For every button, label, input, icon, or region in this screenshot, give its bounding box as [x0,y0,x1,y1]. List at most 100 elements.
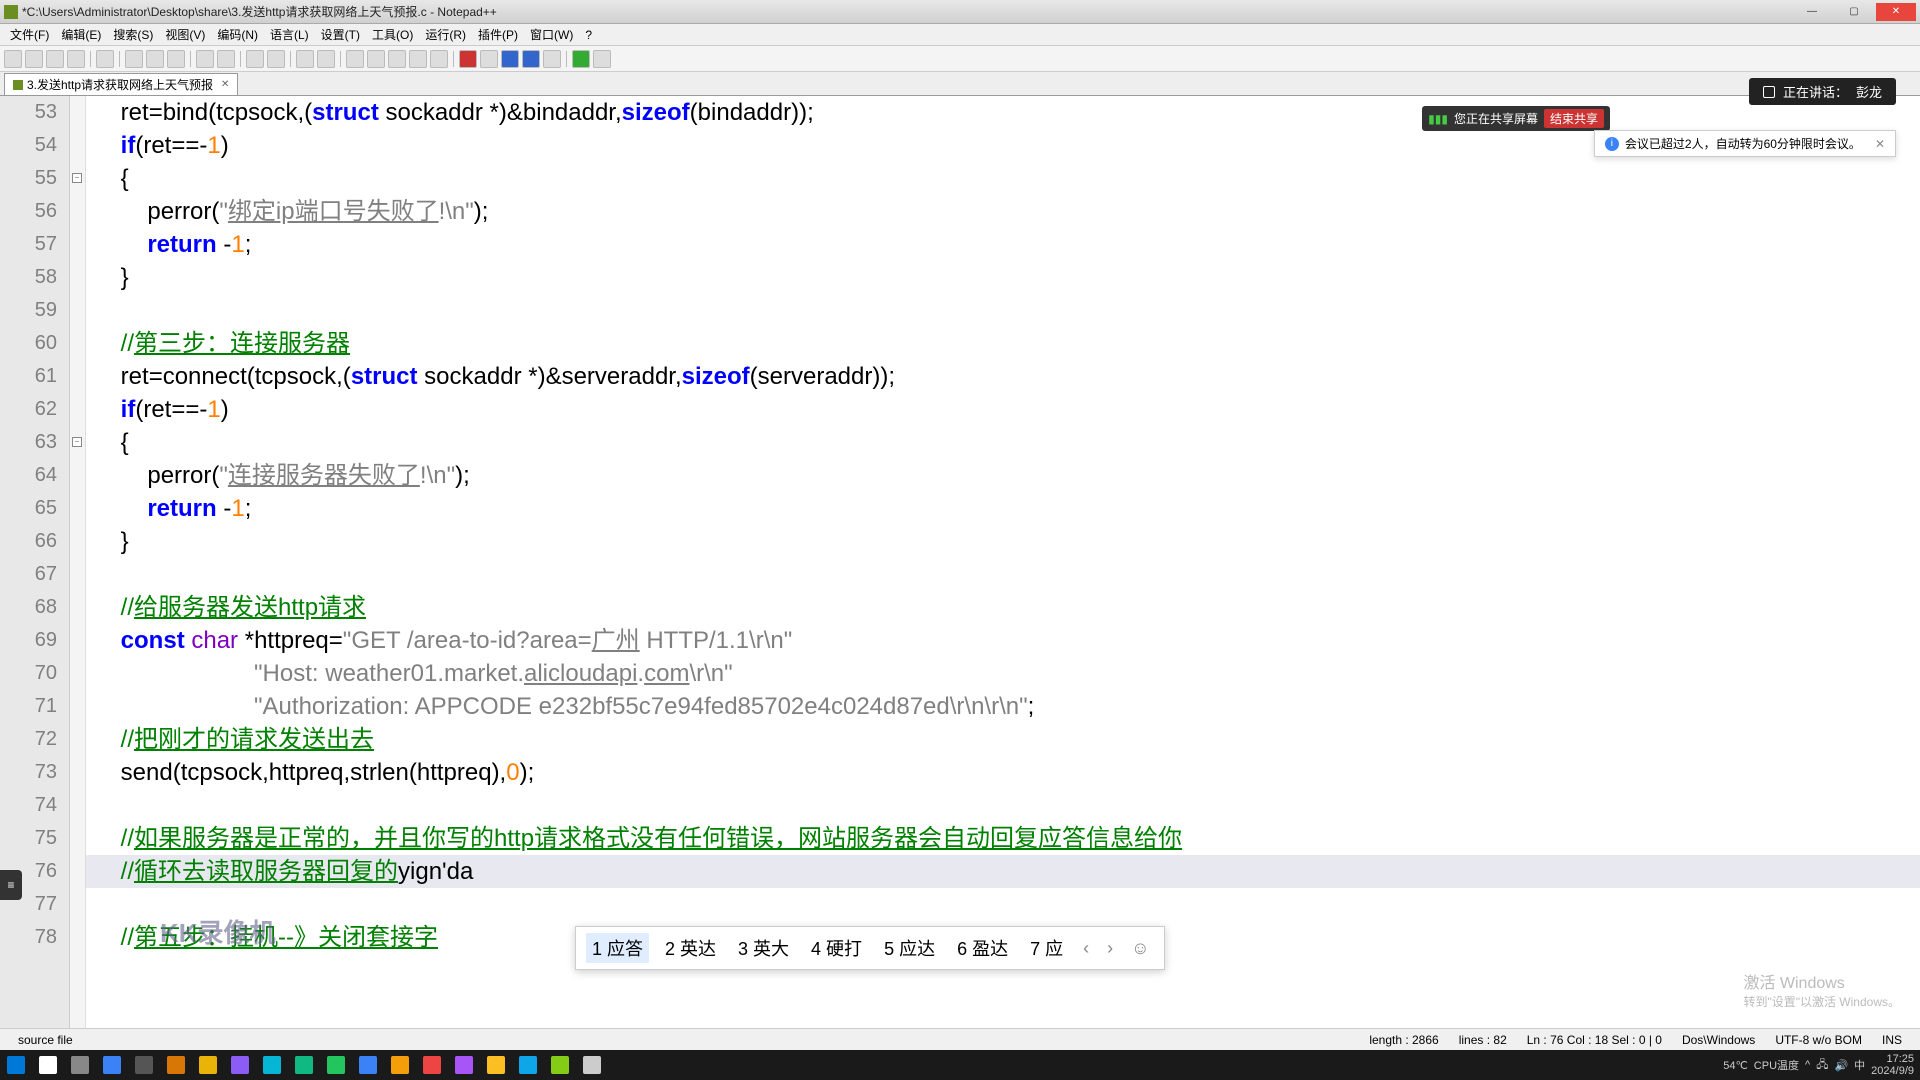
app9-icon[interactable] [384,1050,416,1080]
app10-icon[interactable] [416,1050,448,1080]
indent-icon[interactable] [388,50,406,68]
ime-candidate[interactable]: 4 硬打 [805,933,868,963]
code-line[interactable]: { [86,426,1920,459]
menu-item[interactable]: 文件(F) [4,26,55,43]
tab-close-icon[interactable]: ✕ [221,79,229,90]
fold-marker[interactable]: − [72,173,82,183]
app8-icon[interactable] [352,1050,384,1080]
code-line[interactable]: } [86,525,1920,558]
code-line[interactable]: send(tcpsock,httpreq,strlen(httpreq),0); [86,756,1920,789]
redo-icon[interactable] [217,50,235,68]
code-line[interactable]: } [86,261,1920,294]
code-line[interactable]: //循环去读取服务器回复的yign'da [86,855,1920,888]
code-line[interactable]: return -1; [86,492,1920,525]
saveall-icon[interactable] [67,50,85,68]
code-line[interactable]: perror("连接服务器失败了!\n"); [86,459,1920,492]
menu-item[interactable]: 搜索(S) [107,26,159,43]
side-handle[interactable]: ≡ [0,870,22,900]
notepadpp-icon[interactable] [544,1050,576,1080]
code-line[interactable]: //把刚才的请求发送出去 [86,723,1920,756]
menu-item[interactable]: 设置(T) [315,26,366,43]
fold-marker[interactable]: − [72,437,82,447]
start-button[interactable] [0,1050,32,1080]
app11-icon[interactable] [448,1050,480,1080]
menu-item[interactable]: 编码(N) [211,26,264,43]
code-line[interactable]: "Authorization: APPCODE e232bf55c7e94fed… [86,690,1920,723]
menu-item[interactable]: ? [579,28,598,42]
save-icon[interactable] [46,50,64,68]
maximize-button[interactable]: ▢ [1834,3,1874,21]
record-icon[interactable] [459,50,477,68]
file-tab[interactable]: 3.发送http请求获取网络上天气预报 ✕ [4,73,238,95]
menu-item[interactable]: 视图(V) [159,26,211,43]
open-icon[interactable] [25,50,43,68]
folder-icon[interactable] [409,50,427,68]
spellcheck-icon[interactable] [572,50,590,68]
menu-item[interactable]: 语言(L) [264,26,315,43]
ime-candidate[interactable]: 5 应达 [878,933,941,963]
code-line[interactable]: if(ret==-1) [86,393,1920,426]
code-line[interactable]: ret=connect(tcpsock,(struct sockaddr *)&… [86,360,1920,393]
code-line[interactable] [86,558,1920,591]
app2-icon[interactable] [128,1050,160,1080]
ime-candidate-bar[interactable]: 1 应答2 英达3 英大4 硬打5 应达6 盈达7 应‹›☺ [575,926,1165,970]
system-tray[interactable]: 54℃ CPU温度 ^ 🖧 🔊 中 17:25 2024/9/9 [1717,1053,1920,1077]
tray-chevron-icon[interactable]: ^ [1805,1059,1810,1071]
app7-icon[interactable] [320,1050,352,1080]
allchars-icon[interactable] [367,50,385,68]
print-icon[interactable] [96,50,114,68]
docmap-icon[interactable] [593,50,611,68]
menu-item[interactable]: 插件(P) [472,26,524,43]
tray-network-icon[interactable]: 🖧 [1816,1056,1828,1075]
find-icon[interactable] [246,50,264,68]
funclist-icon[interactable] [430,50,448,68]
chrome-icon[interactable] [480,1050,512,1080]
tray-volume-icon[interactable]: 🔊 [1834,1059,1848,1072]
app3-icon[interactable] [160,1050,192,1080]
code-line[interactable]: //给服务器发送http请求 [86,591,1920,624]
savemacro-icon[interactable] [543,50,561,68]
ime-candidate[interactable]: 3 英大 [732,933,795,963]
playmulti-icon[interactable] [522,50,540,68]
menu-item[interactable]: 工具(O) [366,26,419,43]
tray-clock[interactable]: 17:25 2024/9/9 [1871,1053,1914,1077]
app5-icon[interactable] [256,1050,288,1080]
code-view[interactable]: ret=bind(tcpsock,(struct sockaddr *)&bin… [86,96,1920,1028]
ime-candidate[interactable]: 1 应答 [586,933,649,963]
ime-nav-icon[interactable]: ‹ [1079,938,1093,959]
end-share-button[interactable]: 结束共享 [1544,109,1604,128]
paste-icon[interactable] [167,50,185,68]
code-line[interactable] [86,789,1920,822]
code-line[interactable] [86,888,1920,921]
app1-icon[interactable] [96,1050,128,1080]
cut-icon[interactable] [125,50,143,68]
menu-item[interactable]: 窗口(W) [524,26,579,43]
app6-icon[interactable] [288,1050,320,1080]
code-line[interactable]: { [86,162,1920,195]
ime-candidate[interactable]: 7 应 [1024,933,1069,963]
copy-icon[interactable] [146,50,164,68]
app13-icon[interactable] [576,1050,608,1080]
code-line[interactable] [86,294,1920,327]
code-line[interactable]: "Host: weather01.market.alicloudapi.com\… [86,657,1920,690]
app12-icon[interactable] [512,1050,544,1080]
menu-item[interactable]: 编辑(E) [55,26,107,43]
code-line[interactable]: //第三步：连接服务器 [86,327,1920,360]
undo-icon[interactable] [196,50,214,68]
code-line[interactable]: ret=bind(tcpsock,(struct sockaddr *)&bin… [86,96,1920,129]
wrap-icon[interactable] [346,50,364,68]
code-line[interactable]: perror("绑定ip端口号失败了!\n"); [86,195,1920,228]
code-line[interactable]: //如果服务器是正常的，并且你写的http请求格式没有任何错误，网站服务器会自动… [86,822,1920,855]
ime-nav-icon[interactable]: › [1103,938,1117,959]
new-icon[interactable] [4,50,22,68]
menu-item[interactable]: 运行(R) [419,26,472,43]
play-icon[interactable] [501,50,519,68]
code-line[interactable]: const char *httpreq="GET /area-to-id?are… [86,624,1920,657]
zoomout-icon[interactable] [317,50,335,68]
explorer-icon[interactable] [192,1050,224,1080]
ime-candidate[interactable]: 6 盈达 [951,933,1014,963]
zoomin-icon[interactable] [296,50,314,68]
app4-icon[interactable] [224,1050,256,1080]
replace-icon[interactable] [267,50,285,68]
ime-candidate[interactable]: 2 英达 [659,933,722,963]
